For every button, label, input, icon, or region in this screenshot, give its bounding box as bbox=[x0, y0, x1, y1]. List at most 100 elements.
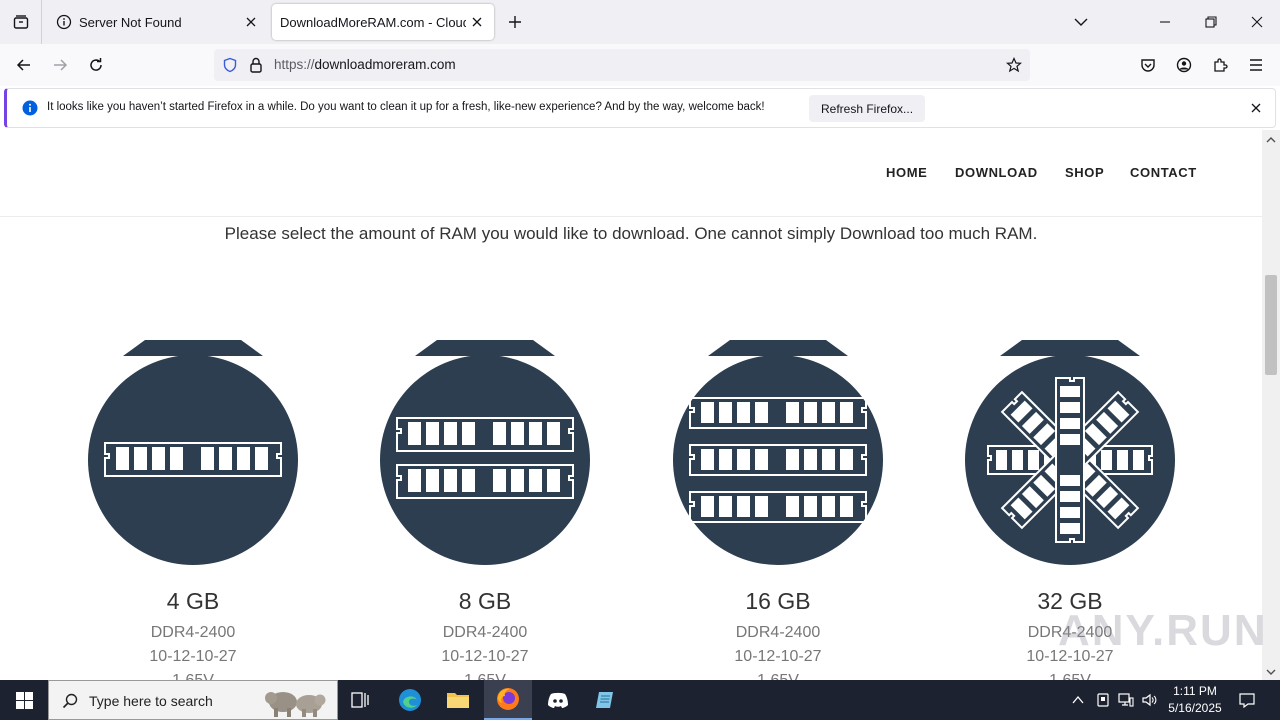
refresh-firefox-notification: It looks like you haven’t started Firefo… bbox=[4, 88, 1276, 128]
tab-downloadmoreram[interactable]: DownloadMoreRAM.com - CloudRAM bbox=[272, 4, 494, 40]
notification-message: It looks like you haven’t started Firefo… bbox=[47, 101, 765, 113]
product-size: 8 GB bbox=[458, 588, 512, 614]
product-16gb[interactable]: 16 GB DDR4-2400 10-12-10-27 1.65V bbox=[668, 336, 888, 680]
ram-1-module-icon[interactable] bbox=[83, 336, 303, 566]
ram-4-module-icon[interactable] bbox=[960, 336, 1180, 566]
extensions-button[interactable] bbox=[1206, 51, 1234, 79]
account-icon bbox=[1176, 57, 1192, 73]
clock-date: 5/16/2025 bbox=[1168, 701, 1222, 715]
info-icon bbox=[56, 14, 72, 30]
product-size: 4 GB bbox=[166, 588, 220, 614]
pocket-icon bbox=[1141, 59, 1155, 72]
url-text[interactable]: https://downloadmoreram.com bbox=[274, 57, 456, 72]
tab-title: DownloadMoreRAM.com - CloudRAM bbox=[280, 14, 466, 30]
shield-icon[interactable] bbox=[222, 57, 238, 73]
tab-list-icon bbox=[13, 15, 28, 29]
taskbar-clock[interactable]: 1:11 PM 5/16/2025 bbox=[1160, 683, 1230, 717]
close-icon bbox=[472, 17, 482, 27]
site-header: HOME DOWNLOAD SHOP CONTACT bbox=[0, 130, 1262, 217]
tab-overview-button[interactable] bbox=[0, 0, 42, 44]
arrow-right-icon bbox=[54, 59, 68, 71]
forward-button[interactable] bbox=[46, 51, 74, 79]
product-spec: 10-12-10-27 bbox=[441, 648, 529, 665]
ram-3-module-icon[interactable] bbox=[668, 336, 888, 566]
elephants-illustration-icon bbox=[265, 692, 326, 717]
scroll-thumb[interactable] bbox=[1265, 275, 1277, 375]
tab-server-not-found[interactable]: Server Not Found bbox=[46, 4, 268, 40]
taskbar-discord[interactable] bbox=[534, 680, 582, 720]
tab-strip: Server Not Found DownloadMoreRAM.com - C… bbox=[0, 0, 1280, 44]
close-window-button[interactable] bbox=[1234, 0, 1280, 44]
menu-home[interactable]: HOME bbox=[886, 165, 927, 180]
pocket-button[interactable] bbox=[1134, 51, 1162, 79]
taskbar-firefox[interactable] bbox=[484, 680, 532, 720]
firefox-icon bbox=[497, 688, 519, 710]
restore-icon bbox=[1205, 16, 1217, 28]
lock-icon[interactable] bbox=[249, 57, 263, 73]
page-scrollbar[interactable] bbox=[1262, 130, 1280, 680]
refresh-firefox-button[interactable]: Refresh Firefox... bbox=[809, 95, 926, 122]
product-spec: DDR4-2400 bbox=[442, 624, 528, 641]
hamburger-menu-icon bbox=[1250, 59, 1262, 71]
reload-button[interactable] bbox=[82, 51, 110, 79]
chevron-down-icon bbox=[1074, 18, 1088, 26]
device-icon bbox=[1097, 693, 1109, 707]
minimize-button[interactable] bbox=[1142, 0, 1188, 44]
account-button[interactable] bbox=[1170, 51, 1198, 79]
network-button[interactable] bbox=[1118, 692, 1134, 708]
navigation-toolbar: https://downloadmoreram.com bbox=[0, 44, 1280, 86]
restore-button[interactable] bbox=[1188, 0, 1234, 44]
ram-2-module-icon[interactable] bbox=[375, 336, 595, 566]
tab-close-button[interactable] bbox=[468, 13, 486, 31]
menu-contact[interactable]: CONTACT bbox=[1130, 165, 1197, 180]
tray-app-icon[interactable] bbox=[1095, 692, 1111, 708]
list-all-tabs-button[interactable] bbox=[1058, 0, 1104, 44]
task-view-button[interactable] bbox=[336, 680, 384, 720]
web-page: HOME DOWNLOAD SHOP CONTACT Please select… bbox=[0, 130, 1262, 680]
product-8gb[interactable]: 8 GB DDR4-2400 10-12-10-27 1.65V bbox=[375, 336, 595, 680]
back-button[interactable] bbox=[10, 51, 38, 79]
url-scheme: https:// bbox=[274, 57, 315, 72]
product-4gb[interactable]: 4 GB DDR4-2400 10-12-10-27 1.65V bbox=[83, 336, 303, 680]
anyrun-watermark: ANY.RUN bbox=[1058, 606, 1268, 655]
product-spec: 1.65V bbox=[960, 669, 1180, 680]
close-icon[interactable] bbox=[1251, 103, 1261, 113]
reload-icon bbox=[90, 58, 102, 71]
discord-icon bbox=[548, 692, 568, 708]
bookmark-star-icon[interactable] bbox=[1006, 57, 1022, 73]
menu-download[interactable]: DOWNLOAD bbox=[955, 165, 1038, 180]
search-icon bbox=[62, 693, 78, 709]
speaker-icon bbox=[1142, 693, 1157, 707]
product-spec: 10-12-10-27 bbox=[734, 648, 822, 665]
minimize-icon bbox=[1160, 21, 1170, 23]
tab-title: Server Not Found bbox=[79, 14, 182, 30]
start-button[interactable] bbox=[0, 680, 48, 720]
chevron-up-icon bbox=[1266, 137, 1276, 143]
show-hidden-icons-button[interactable] bbox=[1070, 692, 1086, 708]
close-icon bbox=[246, 17, 256, 27]
new-tab-button[interactable] bbox=[503, 10, 527, 34]
taskbar-notepad[interactable] bbox=[582, 680, 630, 720]
taskbar-edge[interactable] bbox=[386, 680, 434, 720]
app-menu-button[interactable] bbox=[1242, 51, 1270, 79]
scroll-down-arrow[interactable] bbox=[1265, 666, 1277, 678]
volume-button[interactable] bbox=[1142, 692, 1158, 708]
notification-icon bbox=[1239, 693, 1255, 708]
windows-logo-icon bbox=[15, 691, 33, 709]
notification-center-button[interactable] bbox=[1239, 692, 1255, 708]
tab-close-button[interactable] bbox=[242, 13, 260, 31]
product-size: 16 GB bbox=[745, 588, 811, 614]
taskbar-file-explorer[interactable] bbox=[434, 680, 482, 720]
scroll-up-arrow[interactable] bbox=[1265, 134, 1277, 146]
product-spec: 1.65V bbox=[668, 669, 888, 680]
product-spec: 1.65V bbox=[375, 669, 595, 680]
notepad-icon bbox=[596, 692, 613, 708]
menu-shop[interactable]: SHOP bbox=[1065, 165, 1104, 180]
url-bar[interactable]: https://downloadmoreram.com bbox=[214, 49, 1030, 81]
taskbar-search-box[interactable]: Type here to search bbox=[48, 680, 338, 720]
edge-icon bbox=[399, 689, 421, 711]
plus-icon bbox=[509, 16, 521, 28]
chevron-down-icon bbox=[1266, 669, 1276, 675]
puzzle-icon bbox=[1214, 58, 1228, 72]
product-spec: 10-12-10-27 bbox=[149, 648, 237, 665]
